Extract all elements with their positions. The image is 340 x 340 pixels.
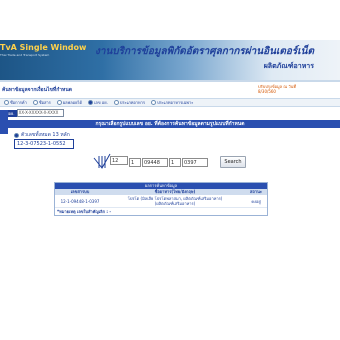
radio-13-digit[interactable] (14, 132, 19, 138)
col-code: เลขสารบบ (70, 189, 90, 194)
option-food-type[interactable]: ประเภทอาหาร (113, 99, 145, 106)
option-substance[interactable]: ชื่อสาร (32, 99, 51, 106)
col-name: ชื่ออาหาร(ไทย/อังกฤษ) (154, 189, 196, 194)
brand-logo: TvA Single Window (0, 43, 87, 52)
radio-trade-name[interactable] (4, 100, 9, 105)
row-status: คงอยู่ (251, 198, 261, 204)
radio-special-food[interactable] (151, 100, 157, 105)
brand-subtitle: Thai Trade and Transport System (0, 53, 50, 57)
field-province[interactable]: 12 (110, 156, 128, 165)
fda-format-input[interactable]: XX-X-XXXXX-X-XXXX (16, 109, 64, 117)
radio-byproduct[interactable] (56, 100, 62, 105)
row-name-line2: (ผลิตภัณฑ์เสริมอาหาร) (154, 201, 196, 206)
result-table: ผลการค้นหาข้อมูล เลขสารบบ ชื่ออาหาร(ไทย/… (54, 182, 268, 216)
option-special-food[interactable]: ประเภทอาหารเฉพาะ (151, 99, 193, 106)
site-subtitle: ผลิตภัณฑ์อาหาร (263, 61, 314, 70)
section-title: กรุณาเลือกรูปแบบเลข อย. ที่ต้องการค้นหาข… (0, 120, 340, 128)
col-status: สถานะ (250, 189, 262, 194)
result-note: *หมายเหตุ เลขใบสำคัญเลิก : - (57, 209, 112, 214)
format-option-13[interactable]: ตัวเลขทั้งหมด 13 หลัก (14, 131, 70, 139)
header-divider (0, 80, 340, 82)
fda-format-row: เลขอย. XX-X-XXXXX-X-XXXX (0, 109, 340, 117)
option-trade-name[interactable]: ชื่อการค้า (4, 99, 27, 106)
row-name: โปรโต (มิลเลีย โปรโตพลาสมา, ผลิตภัณฑ์เสร… (105, 196, 245, 206)
site-title: งานบริการข้อมูลพิกัดอัตราศุลกากรผ่านอินเ… (94, 46, 314, 57)
radio-food-type[interactable] (113, 100, 119, 105)
field-type[interactable]: 1 (129, 158, 141, 167)
format-example: 12-3-07523-1-0552 (14, 139, 74, 149)
option-byproduct[interactable]: ผลพลอยได้ (56, 99, 82, 106)
search-button[interactable]: Search (220, 156, 246, 168)
search-type-options: ชื่อการค้า ชื่อสาร ผลพลอยได้ เลข อย. ประ… (0, 98, 340, 107)
page-title: ค้นหาข้อมูลจากเงื่อนไขที่กำหนด (2, 87, 73, 93)
table-row[interactable]: 12-1-09448-1-0397 โปรโต (มิลเลีย โปรโตพล… (55, 195, 267, 208)
option-fda-number[interactable]: เลข อย. (88, 99, 108, 106)
update-info: ปรับปรุงข้อมูล ณ วันที่ 8/30/560 (258, 84, 296, 94)
barcode-icon (93, 153, 111, 169)
update-date: 8/30/560 (258, 89, 276, 94)
radio-fda-number[interactable] (88, 100, 94, 105)
radio-substance[interactable] (32, 100, 38, 105)
row-code[interactable]: 12-1-09448-1-0397 (55, 199, 105, 204)
field-serial[interactable]: 09448 (142, 158, 168, 167)
field-group[interactable]: 1 (169, 158, 181, 167)
field-number[interactable]: 0397 (182, 158, 208, 167)
result-columns: เลขสารบบ ชื่ออาหาร(ไทย/อังกฤษ) สถานะ (55, 189, 267, 195)
